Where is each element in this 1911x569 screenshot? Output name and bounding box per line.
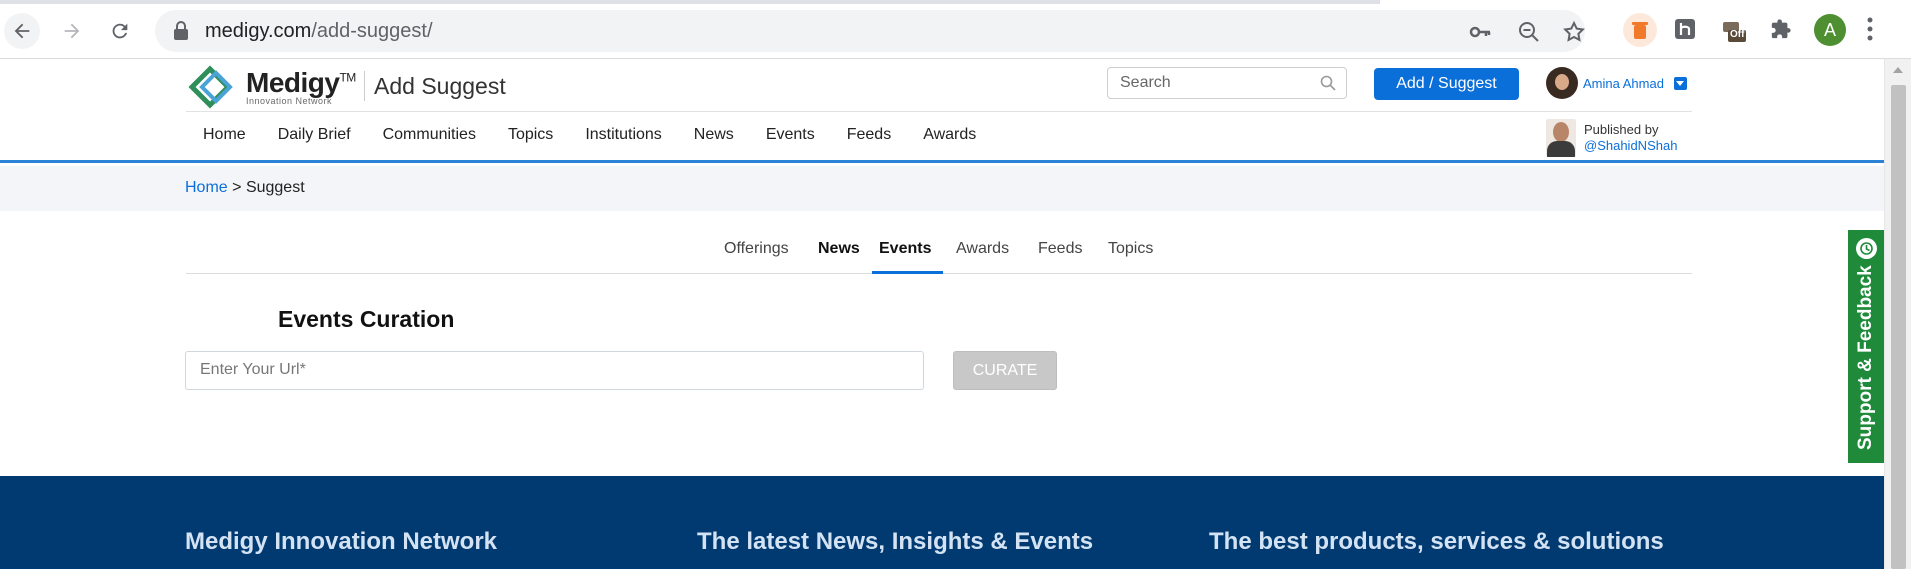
extension-badge: Off	[1730, 29, 1745, 40]
breadcrumb-bar: Home > Suggest	[0, 166, 1884, 211]
footer-col-products: The best products, services & solutions	[1209, 528, 1664, 555]
nav-events[interactable]: Events	[750, 121, 831, 149]
back-arrow-icon	[14, 23, 30, 39]
breadcrumb-current: Suggest	[245, 179, 305, 196]
active-tab-indicator	[872, 271, 943, 274]
scroll-up-arrow-icon[interactable]	[1893, 67, 1903, 73]
kebab-menu-icon[interactable]	[1866, 16, 1874, 42]
curation-heading: Events Curation	[278, 306, 455, 332]
nav-awards[interactable]: Awards	[907, 121, 992, 149]
footer-col-news: The latest News, Insights & Events	[697, 528, 1094, 555]
add-suggest-button[interactable]: Add / Suggest	[1374, 68, 1519, 100]
nav-home[interactable]: Home	[186, 121, 262, 149]
cup-extension-icon[interactable]: Off	[1718, 14, 1748, 44]
profile-avatar[interactable]: A	[1814, 14, 1846, 46]
logo-tagline: Innovation Network	[246, 95, 333, 106]
trash-extension-icon[interactable]	[1623, 13, 1657, 47]
nav-news[interactable]: News	[678, 121, 750, 149]
breadcrumb-separator: >	[232, 179, 242, 196]
search-input[interactable]	[1120, 74, 1310, 92]
tab-strip-edge	[0, 0, 1380, 4]
tab-topics[interactable]: Topics	[1108, 236, 1153, 262]
breadcrumb: Home > Suggest	[185, 179, 305, 197]
back-button[interactable]	[4, 13, 40, 49]
support-label: Support & Feedback	[1855, 265, 1876, 450]
reload-button[interactable]	[102, 13, 138, 49]
extensions-puzzle-icon[interactable]	[1766, 14, 1796, 44]
tab-offerings[interactable]: Offerings	[724, 236, 789, 262]
user-name[interactable]: Amina Ahmad	[1583, 76, 1664, 91]
footer-col-network: Medigy Innovation Network	[185, 528, 498, 555]
address-bar[interactable]: medigy.com/add-suggest/	[155, 10, 1585, 52]
key-icon[interactable]	[1468, 20, 1492, 44]
nav-communities[interactable]: Communities	[367, 121, 492, 149]
header-divider	[186, 111, 1692, 112]
search-icon[interactable]	[1320, 75, 1336, 91]
curate-button[interactable]: CURATE	[953, 351, 1057, 390]
published-by-label: Published by	[1584, 122, 1659, 138]
lock-icon	[174, 21, 188, 40]
scrollbar-thumb[interactable]	[1891, 85, 1906, 569]
support-icon	[1856, 238, 1877, 259]
nav-topics[interactable]: Topics	[492, 121, 569, 149]
url-text: medigy.com/add-suggest/	[205, 20, 433, 43]
medigy-logo[interactable]: MedigyTM Innovation Network	[186, 65, 356, 109]
logo-trademark: TM	[339, 70, 356, 85]
main-nav: Home Daily Brief Communities Topics Inst…	[186, 121, 992, 149]
tab-feeds[interactable]: Feeds	[1038, 236, 1082, 262]
tab-events[interactable]: Events	[879, 236, 931, 262]
url-field[interactable]	[185, 351, 924, 390]
user-dropdown-icon[interactable]	[1673, 76, 1687, 90]
suggest-tabs: Offerings News Events Awards Feeds Topic…	[186, 236, 1692, 274]
url-path: /add-suggest/	[311, 20, 433, 42]
page-scrollbar[interactable]	[1884, 59, 1911, 569]
breadcrumb-home-link[interactable]: Home	[185, 179, 228, 196]
publisher-handle-link[interactable]: @ShahidNShah	[1584, 138, 1677, 154]
site-header: MedigyTM Innovation Network Add Suggest …	[0, 59, 1884, 163]
published-by: Published by @ShahidNShah	[1546, 119, 1677, 157]
reload-icon	[112, 23, 128, 39]
nav-daily-brief[interactable]: Daily Brief	[262, 121, 367, 149]
tab-news[interactable]: News	[818, 236, 860, 262]
url-domain: medigy.com	[205, 20, 312, 42]
bookmark-star-icon[interactable]	[1562, 20, 1586, 44]
logo-divider	[364, 71, 365, 101]
page-title: Add Suggest	[374, 73, 506, 99]
user-avatar[interactable]	[1546, 67, 1578, 99]
url-input[interactable]	[200, 361, 900, 379]
site-search[interactable]	[1107, 67, 1347, 99]
h-extension-icon[interactable]	[1670, 14, 1700, 44]
forward-arrow-icon	[64, 23, 80, 39]
tab-awards[interactable]: Awards	[956, 236, 1009, 262]
logo-name: Medigy	[246, 66, 340, 98]
browser-toolbar: medigy.com/add-suggest/ Off A	[0, 0, 1911, 59]
logo-diamond-icon	[188, 65, 233, 109]
publisher-avatar[interactable]	[1546, 119, 1576, 157]
nav-feeds[interactable]: Feeds	[831, 121, 907, 149]
site-footer: Medigy Innovation Network The latest New…	[0, 476, 1884, 569]
zoom-out-icon[interactable]	[1517, 20, 1541, 44]
user-menu[interactable]: Amina Ahmad	[1546, 67, 1687, 99]
support-feedback-tab[interactable]: Support & Feedback	[1848, 230, 1884, 463]
forward-button[interactable]	[54, 13, 90, 49]
nav-institutions[interactable]: Institutions	[569, 121, 677, 149]
page-viewport: MedigyTM Innovation Network Add Suggest …	[0, 59, 1884, 569]
